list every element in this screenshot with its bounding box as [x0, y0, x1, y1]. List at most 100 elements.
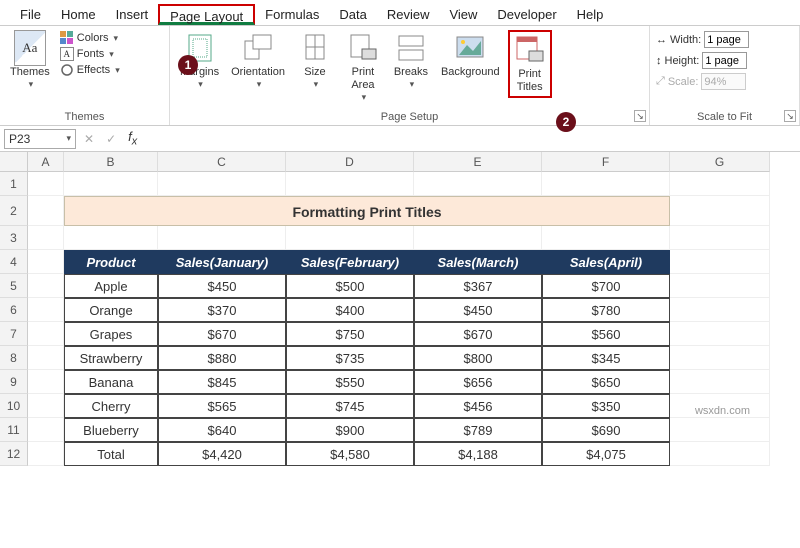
cell[interactable]: Total — [64, 442, 158, 466]
cell[interactable] — [28, 394, 64, 418]
cell[interactable] — [28, 274, 64, 298]
scale-launcher[interactable]: ↘ — [784, 110, 796, 122]
cell[interactable] — [64, 226, 158, 250]
cell[interactable] — [28, 442, 64, 466]
background-button[interactable]: Background — [437, 30, 504, 81]
print-area-button[interactable]: Print Area▾ — [341, 30, 385, 105]
cell[interactable]: Strawberry — [64, 346, 158, 370]
cell[interactable]: $670 — [414, 322, 542, 346]
row-header[interactable]: 5 — [0, 274, 28, 298]
fx-icon[interactable]: fx — [124, 129, 141, 148]
cell[interactable]: $650 — [542, 370, 670, 394]
cell[interactable]: $780 — [542, 298, 670, 322]
cell[interactable]: $880 — [158, 346, 286, 370]
row-header[interactable]: 2 — [0, 196, 28, 226]
row-header[interactable]: 9 — [0, 370, 28, 394]
row-header[interactable]: 1 — [0, 172, 28, 196]
cell[interactable]: $456 — [414, 394, 542, 418]
cell[interactable]: $745 — [286, 394, 414, 418]
cell[interactable] — [414, 172, 542, 196]
cell[interactable]: $450 — [414, 298, 542, 322]
cell[interactable]: $845 — [158, 370, 286, 394]
cell[interactable] — [542, 172, 670, 196]
cell[interactable]: $4,075 — [542, 442, 670, 466]
column-header[interactable]: F — [542, 152, 670, 172]
cell[interactable] — [28, 322, 64, 346]
column-header[interactable]: G — [670, 152, 770, 172]
cell[interactable]: Sales(March) — [414, 250, 542, 274]
row-header[interactable]: 4 — [0, 250, 28, 274]
size-button[interactable]: Size▾ — [293, 30, 337, 92]
cell[interactable]: Sales(January) — [158, 250, 286, 274]
cell[interactable] — [158, 226, 286, 250]
breaks-button[interactable]: Breaks▾ — [389, 30, 433, 92]
tab-help[interactable]: Help — [567, 4, 614, 25]
effects-button[interactable]: Effects▾ — [60, 62, 120, 78]
formula-bar[interactable] — [145, 129, 796, 149]
row-header[interactable]: 11 — [0, 418, 28, 442]
cell[interactable]: $367 — [414, 274, 542, 298]
cell[interactable] — [670, 442, 770, 466]
row-header[interactable]: 3 — [0, 226, 28, 250]
tab-developer[interactable]: Developer — [487, 4, 566, 25]
cell[interactable] — [28, 196, 64, 226]
cell[interactable]: $670 — [158, 322, 286, 346]
row-header[interactable]: 6 — [0, 298, 28, 322]
column-header[interactable]: E — [414, 152, 542, 172]
cell[interactable] — [670, 274, 770, 298]
cell[interactable]: $550 — [286, 370, 414, 394]
cell[interactable] — [64, 172, 158, 196]
cell[interactable] — [414, 226, 542, 250]
row-header[interactable]: 8 — [0, 346, 28, 370]
cell[interactable]: Apple — [64, 274, 158, 298]
cell[interactable] — [670, 346, 770, 370]
cell[interactable]: $750 — [286, 322, 414, 346]
cell[interactable] — [28, 250, 64, 274]
name-box[interactable]: P23 ▾ — [4, 129, 76, 149]
cell[interactable]: Cherry — [64, 394, 158, 418]
cell[interactable]: $345 — [542, 346, 670, 370]
cell[interactable] — [670, 322, 770, 346]
row-header[interactable]: 12 — [0, 442, 28, 466]
cell[interactable]: $450 — [158, 274, 286, 298]
cell[interactable]: $690 — [542, 418, 670, 442]
cell[interactable]: $656 — [414, 370, 542, 394]
cell[interactable] — [670, 172, 770, 196]
page-setup-launcher[interactable]: ↘ — [634, 110, 646, 122]
cell[interactable]: $565 — [158, 394, 286, 418]
cell[interactable]: $735 — [286, 346, 414, 370]
themes-button[interactable]: Aa Themes ▾ — [6, 30, 54, 92]
cell[interactable]: $350 — [542, 394, 670, 418]
cell[interactable] — [28, 418, 64, 442]
cell[interactable]: Product — [64, 250, 158, 274]
print-titles-button[interactable]: Print Titles — [508, 30, 552, 98]
cell[interactable] — [286, 172, 414, 196]
cell[interactable] — [670, 196, 770, 226]
cell[interactable] — [670, 250, 770, 274]
cell[interactable] — [28, 346, 64, 370]
cell[interactable]: $4,580 — [286, 442, 414, 466]
cell[interactable]: Banana — [64, 370, 158, 394]
cell[interactable]: $640 — [158, 418, 286, 442]
row-header[interactable]: 7 — [0, 322, 28, 346]
cell[interactable] — [670, 418, 770, 442]
cell[interactable] — [670, 298, 770, 322]
width-input[interactable] — [704, 31, 749, 48]
cell[interactable] — [670, 370, 770, 394]
row-header[interactable]: 10 — [0, 394, 28, 418]
column-header[interactable]: B — [64, 152, 158, 172]
cell[interactable] — [28, 226, 64, 250]
cell[interactable]: Blueberry — [64, 418, 158, 442]
tab-view[interactable]: View — [439, 4, 487, 25]
cell[interactable]: Formatting Print Titles — [64, 196, 670, 226]
cell[interactable]: $700 — [542, 274, 670, 298]
cell[interactable] — [542, 226, 670, 250]
colors-button[interactable]: Colors▾ — [60, 30, 120, 46]
tab-formulas[interactable]: Formulas — [255, 4, 329, 25]
worksheet[interactable]: ABCDEFG 12Formatting Print Titles34Produ… — [0, 152, 800, 466]
tab-page-layout[interactable]: Page Layout — [158, 4, 255, 25]
height-input[interactable] — [702, 52, 747, 69]
tab-file[interactable]: File — [10, 4, 51, 25]
cell[interactable]: $400 — [286, 298, 414, 322]
tab-insert[interactable]: Insert — [106, 4, 159, 25]
